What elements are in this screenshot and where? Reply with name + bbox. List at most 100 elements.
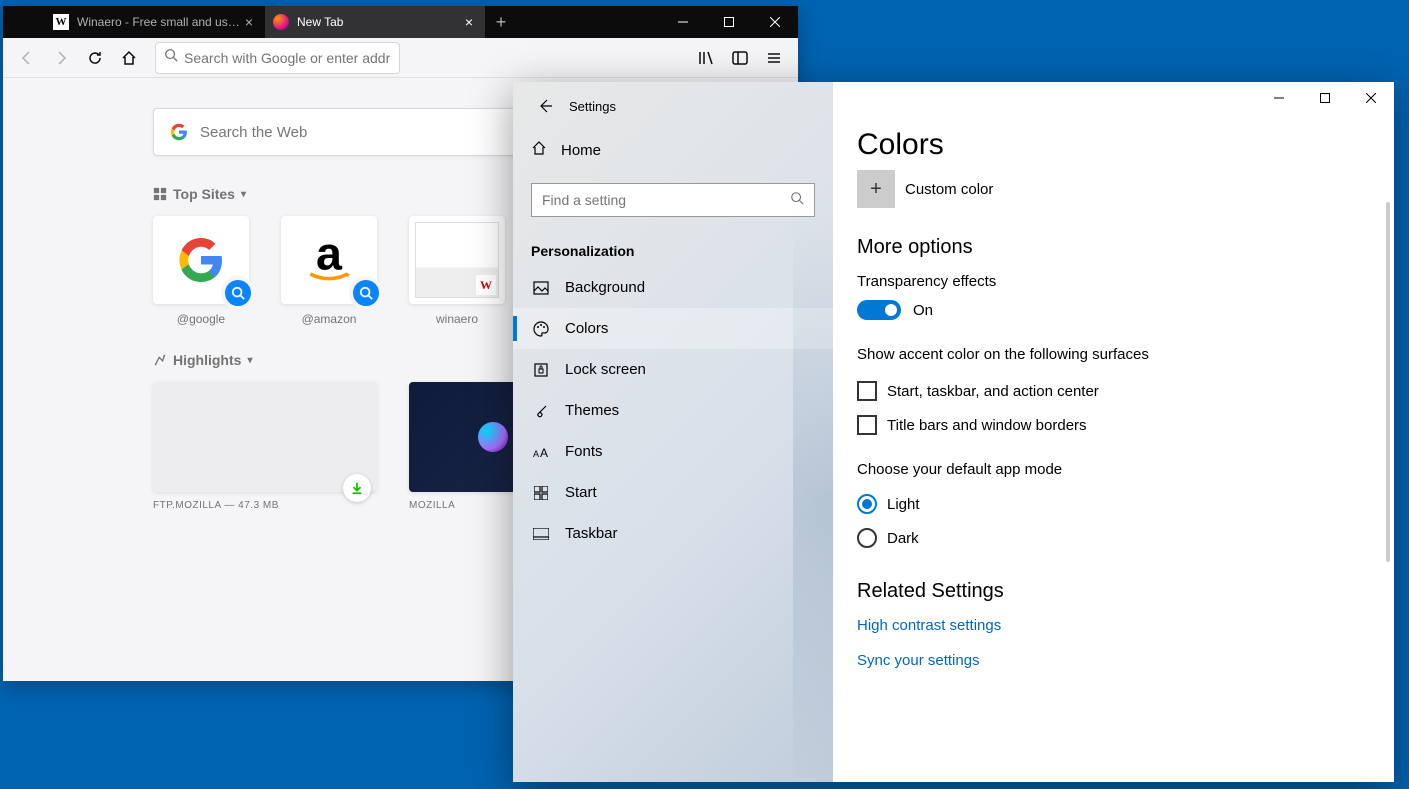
toggle-knob (885, 304, 897, 316)
close-tab-icon[interactable]: × (461, 14, 477, 30)
window-controls (660, 6, 798, 38)
minimize-button[interactable] (1256, 82, 1302, 114)
menu-button[interactable] (758, 42, 790, 74)
search-icon (790, 191, 804, 210)
sidebar-item-label: Fonts (565, 443, 603, 460)
highlight-card[interactable]: FTP.MOZILLA — 47.3 MB (153, 382, 377, 511)
home-button[interactable] (113, 42, 145, 74)
sidebar-item-colors[interactable]: Colors (513, 308, 833, 349)
settings-home[interactable]: Home (513, 130, 833, 171)
search-icon (164, 48, 178, 67)
link-high-contrast[interactable]: High contrast settings (857, 617, 1370, 634)
firefox-nightly-icon (478, 422, 508, 452)
google-icon (170, 123, 188, 141)
site-label: winaero (409, 312, 505, 326)
tab-label: New Tab (297, 15, 461, 29)
scrollbar[interactable] (1386, 202, 1390, 562)
lock-screen-icon (531, 362, 551, 378)
chevron-down-icon: ▾ (247, 355, 252, 366)
fonts-icon: AA (531, 445, 551, 459)
transparency-toggle[interactable] (857, 300, 901, 320)
winaero-icon: W (476, 275, 496, 295)
site-label: @google (153, 312, 249, 326)
close-button[interactable] (1348, 82, 1394, 114)
radio-light[interactable]: Light (857, 494, 1370, 514)
related-settings-header: Related Settings (857, 580, 1370, 603)
close-button[interactable] (752, 6, 798, 38)
address-input[interactable] (184, 50, 391, 66)
sidebar-item-label: Start (565, 484, 597, 501)
checkbox-icon (857, 381, 877, 401)
checkbox-label: Title bars and window borders (887, 417, 1087, 434)
settings-search-input[interactable] (542, 192, 790, 208)
svg-text:A: A (540, 446, 548, 459)
sidebar-item-lockscreen[interactable]: Lock screen (513, 349, 833, 390)
settings-search[interactable] (531, 183, 815, 217)
new-tab-button[interactable]: + (485, 6, 517, 38)
settings-sidebar: Settings Home Personalization Background… (513, 82, 833, 782)
download-icon (343, 474, 371, 502)
site-thumbnail: W (415, 222, 499, 298)
checkbox-icon (857, 415, 877, 435)
taskbar-icon (531, 528, 551, 540)
checkbox-titlebars[interactable]: Title bars and window borders (857, 415, 1370, 435)
tab-label: Winaero - Free small and useful software… (77, 15, 241, 29)
accent-surfaces-label: Show accent color on the following surfa… (857, 346, 1370, 363)
sidebar-button[interactable] (724, 42, 756, 74)
site-label: @amazon (281, 312, 377, 326)
sidebar-item-label: Taskbar (565, 525, 618, 542)
home-icon (531, 140, 547, 161)
sidebar-item-label: Lock screen (565, 361, 646, 378)
transparency-label: Transparency effects (857, 273, 1370, 290)
close-tab-icon[interactable]: × (241, 14, 257, 30)
settings-main: Colors + Custom color More options Trans… (833, 82, 1394, 782)
winaero-favicon: W (53, 14, 69, 30)
custom-color-button[interactable]: + (857, 170, 895, 208)
sidebar-item-taskbar[interactable]: Taskbar (513, 513, 833, 554)
forward-button[interactable] (45, 42, 77, 74)
custom-color-label: Custom color (905, 181, 993, 198)
sidebar-item-label: Background (565, 279, 645, 296)
svg-text:a: a (316, 232, 343, 279)
address-bar[interactable] (155, 42, 400, 74)
maximize-button[interactable] (706, 6, 752, 38)
window-controls (1256, 82, 1394, 114)
link-sync-settings[interactable]: Sync your settings (857, 652, 1370, 669)
checkbox-start-taskbar[interactable]: Start, taskbar, and action center (857, 381, 1370, 401)
highlight-caption: FTP.MOZILLA — 47.3 MB (153, 500, 377, 511)
highlights-icon (153, 353, 167, 367)
back-button[interactable] (525, 86, 565, 126)
page-title: Colors (857, 128, 1370, 162)
firefox-titlebar: W Winaero - Free small and useful softwa… (3, 6, 798, 38)
reload-button[interactable] (79, 42, 111, 74)
app-mode-label: Choose your default app mode (857, 461, 1370, 478)
transparency-toggle-row: On (857, 300, 1370, 320)
sidebar-item-themes[interactable]: Themes (513, 390, 833, 431)
maximize-button[interactable] (1302, 82, 1348, 114)
checkbox-label: Start, taskbar, and action center (887, 383, 1099, 400)
back-button[interactable] (11, 42, 43, 74)
settings-window: Settings Home Personalization Background… (513, 82, 1394, 782)
radio-icon (857, 494, 877, 514)
amazon-logo-icon: a (301, 232, 357, 288)
radio-label: Dark (887, 530, 919, 547)
tab-winaero[interactable]: W Winaero - Free small and useful softwa… (45, 6, 265, 38)
firefox-favicon (273, 14, 289, 30)
radio-dark[interactable]: Dark (857, 528, 1370, 548)
section-label: Top Sites (173, 186, 235, 202)
custom-color-row: + Custom color (857, 170, 1370, 208)
sidebar-item-fonts[interactable]: AA Fonts (513, 431, 833, 472)
tab-newtab[interactable]: New Tab × (265, 6, 485, 38)
grid-icon (153, 187, 167, 201)
picture-icon (531, 280, 551, 296)
sidebar-item-start[interactable]: Start (513, 472, 833, 513)
google-logo-icon (177, 236, 225, 284)
highlight-thumbnail (153, 382, 377, 492)
radio-icon (857, 528, 877, 548)
library-button[interactable] (690, 42, 722, 74)
sidebar-item-background[interactable]: Background (513, 267, 833, 308)
site-winaero[interactable]: W winaero (409, 216, 505, 326)
site-google[interactable]: @google (153, 216, 249, 326)
minimize-button[interactable] (660, 6, 706, 38)
site-amazon[interactable]: a @amazon (281, 216, 377, 326)
